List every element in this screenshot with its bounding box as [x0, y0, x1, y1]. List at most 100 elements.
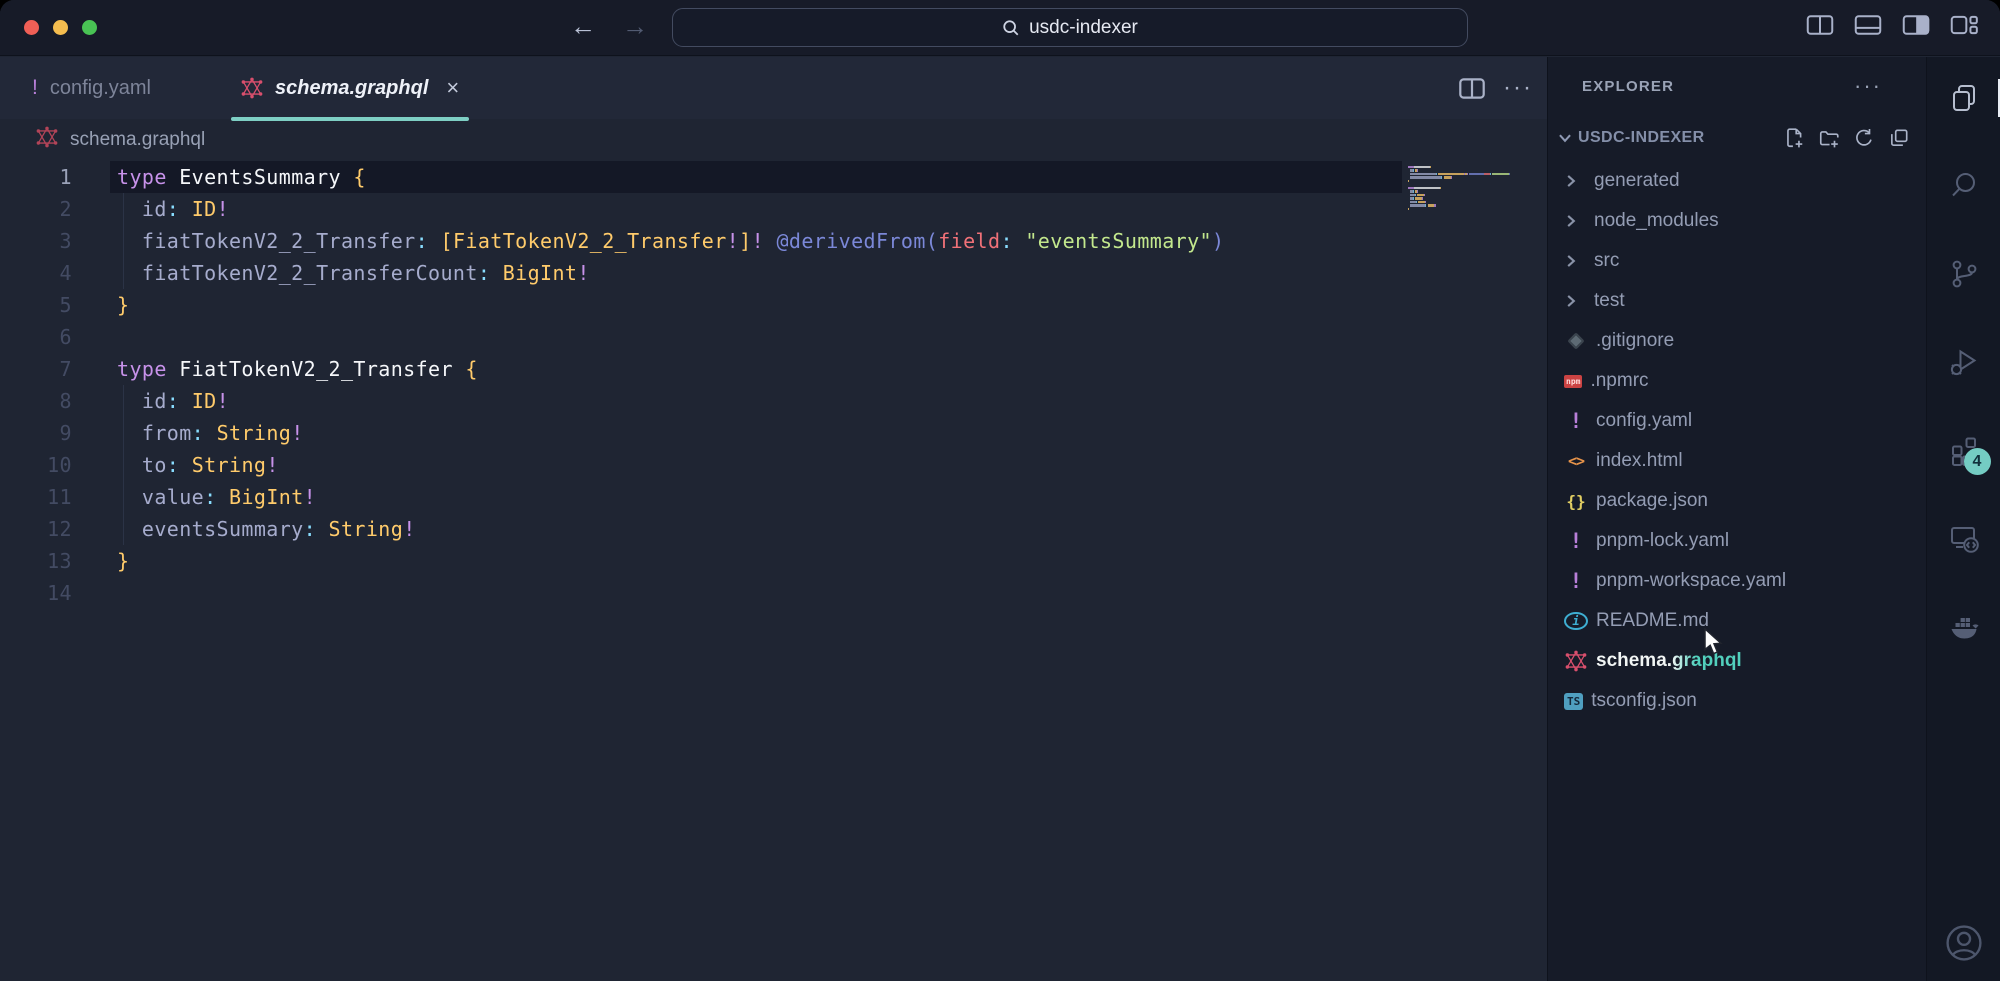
code-line-6[interactable]: 6 — [0, 321, 1547, 353]
line-number: 6 — [0, 321, 72, 353]
code-line-2[interactable]: 2 id: ID! — [0, 193, 1547, 225]
new-file-icon[interactable] — [1783, 127, 1805, 149]
mouse-cursor — [1702, 628, 1726, 663]
file-item-.gitignore[interactable]: .gitignore — [1548, 321, 1926, 361]
yaml-alert-icon: ! — [1564, 529, 1588, 553]
code-line-10[interactable]: 10 to: String! — [0, 449, 1547, 481]
window-layout-controls — [1806, 14, 1978, 36]
line-number: 2 — [0, 193, 72, 225]
collapse-all-icon[interactable] — [1888, 127, 1910, 149]
code-line-1[interactable]: 1 type EventsSummary { — [0, 161, 1547, 193]
code-line-14[interactable]: 14 — [0, 577, 1547, 609]
item-label: node_modules — [1594, 210, 1719, 232]
line-number: 13 — [0, 545, 72, 577]
explorer-section-actions — [1783, 127, 1910, 149]
address-bar[interactable]: usdc-indexer — [672, 8, 1468, 47]
code-line-9[interactable]: 9 from: String! — [0, 417, 1547, 449]
tab-label: config.yaml — [50, 77, 151, 100]
code-line-11[interactable]: 11 value: BigInt! — [0, 481, 1547, 513]
json-braces-icon: {} — [1564, 492, 1588, 511]
item-label: tsconfig.json — [1591, 690, 1697, 712]
new-folder-icon[interactable] — [1818, 127, 1840, 149]
activity-remote-explorer-icon[interactable] — [1947, 521, 1981, 555]
line-number: 1 — [0, 161, 72, 193]
tab-schema.graphql[interactable]: schema.graphql × — [217, 57, 483, 119]
code-line-7[interactable]: 7 type FiatTokenV2_2_Transfer { — [0, 353, 1547, 385]
close-window-button[interactable] — [24, 20, 39, 35]
code-line-3[interactable]: 3 fiatTokenV2_2_Transfer: [FiatTokenV2_2… — [0, 225, 1547, 257]
split-editor-icon[interactable] — [1459, 78, 1485, 99]
code-editor[interactable]: 1 type EventsSummary { 2 id: ID! 3 fiatT… — [0, 161, 1547, 981]
tab-config.yaml[interactable]: ! config.yaml — [8, 57, 175, 119]
file-item-tsconfig.json[interactable]: TStsconfig.json — [1548, 681, 1926, 721]
code-line-12[interactable]: 12 eventsSummary: String! — [0, 513, 1547, 545]
folder-item-test[interactable]: test — [1548, 281, 1926, 321]
folder-item-node_modules[interactable]: node_modules — [1548, 201, 1926, 241]
search-icon — [1002, 19, 1020, 37]
activity-accounts-icon[interactable] — [1942, 921, 1986, 965]
item-label: pnpm-lock.yaml — [1596, 530, 1729, 552]
explorer-section-header[interactable]: USDC-INDEXER — [1548, 115, 1926, 161]
line-number: 11 — [0, 481, 72, 513]
editor-group: ! config.yaml schema.graphql × ··· schem… — [0, 57, 1547, 981]
traffic-lights — [24, 20, 97, 35]
code-line-8[interactable]: 8 id: ID! — [0, 385, 1547, 417]
activity-explorer-icon[interactable] — [1947, 81, 1981, 115]
explorer-more-icon[interactable]: ··· — [1854, 73, 1882, 99]
file-item-config.yaml[interactable]: !config.yaml — [1548, 401, 1926, 441]
readme-info-icon: i — [1564, 612, 1588, 630]
forward-button[interactable]: → — [622, 11, 648, 42]
graphql-icon — [1565, 650, 1587, 672]
html-icon: <> — [1564, 452, 1588, 470]
item-label: .gitignore — [1596, 330, 1674, 352]
file-item-README.md[interactable]: iREADME.md — [1548, 601, 1926, 641]
item-label: pnpm-workspace.yaml — [1596, 570, 1786, 592]
graphql-icon — [36, 126, 58, 148]
npm-icon: npm — [1564, 375, 1582, 388]
item-label: test — [1594, 290, 1625, 312]
line-number: 5 — [0, 289, 72, 321]
line-number: 7 — [0, 353, 72, 385]
chevron-right-icon — [1562, 292, 1580, 310]
close-tab-icon[interactable]: × — [446, 75, 459, 101]
folder-item-src[interactable]: src — [1548, 241, 1926, 281]
code-line-4[interactable]: 4 fiatTokenV2_2_TransferCount: BigInt! — [0, 257, 1547, 289]
yaml-alert-icon: ! — [1564, 409, 1588, 433]
line-number: 12 — [0, 513, 72, 545]
code-line-5[interactable]: 5 } — [0, 289, 1547, 321]
panel-bottom-icon[interactable] — [1854, 14, 1882, 36]
file-item-.npmrc[interactable]: npm.npmrc — [1548, 361, 1926, 401]
activity-extensions-icon[interactable]: 4 — [1947, 433, 1981, 467]
app-window: ← → usdc-indexer ! config.yaml schema.gr… — [0, 0, 2000, 981]
more-actions-icon[interactable]: ··· — [1503, 74, 1533, 102]
folder-item-generated[interactable]: generated — [1548, 161, 1926, 201]
activity-run-debug-icon[interactable] — [1947, 345, 1981, 379]
activity-source-control-icon[interactable] — [1947, 257, 1981, 291]
git-diamond-icon — [1564, 335, 1588, 347]
file-item-pnpm-workspace.yaml[interactable]: !pnpm-workspace.yaml — [1548, 561, 1926, 601]
right-sidebar-icon[interactable] — [1902, 14, 1930, 36]
address-bar-value: usdc-indexer — [1029, 17, 1138, 39]
file-item-schema.graphql[interactable]: schema.graphql — [1548, 641, 1926, 681]
item-label: package.json — [1596, 490, 1708, 512]
code-line-13[interactable]: 13 } — [0, 545, 1547, 577]
explorer-panel: EXPLORER ··· USDC-INDEXER generated node… — [1547, 57, 1926, 981]
explorer-title: EXPLORER — [1582, 78, 1674, 95]
activity-search-icon[interactable] — [1947, 169, 1981, 203]
refresh-icon[interactable] — [1853, 127, 1875, 149]
split-columns-icon[interactable] — [1806, 14, 1834, 36]
breadcrumb[interactable]: schema.graphql — [0, 119, 1547, 161]
back-button[interactable]: ← — [570, 11, 596, 42]
item-label: generated — [1594, 170, 1680, 192]
customize-layout-icon[interactable] — [1950, 14, 1978, 36]
minimize-window-button[interactable] — [53, 20, 68, 35]
breadcrumb-label: schema.graphql — [70, 129, 205, 151]
file-item-package.json[interactable]: {} package.json — [1548, 481, 1926, 521]
line-number: 14 — [0, 577, 72, 609]
zoom-window-button[interactable] — [82, 20, 97, 35]
minimap[interactable] — [1408, 166, 1516, 215]
activity-docker-icon[interactable] — [1947, 609, 1981, 643]
file-item-pnpm-lock.yaml[interactable]: ! pnpm-lock.yaml — [1548, 521, 1926, 561]
file-item-index.html[interactable]: <>index.html — [1548, 441, 1926, 481]
line-number: 10 — [0, 449, 72, 481]
